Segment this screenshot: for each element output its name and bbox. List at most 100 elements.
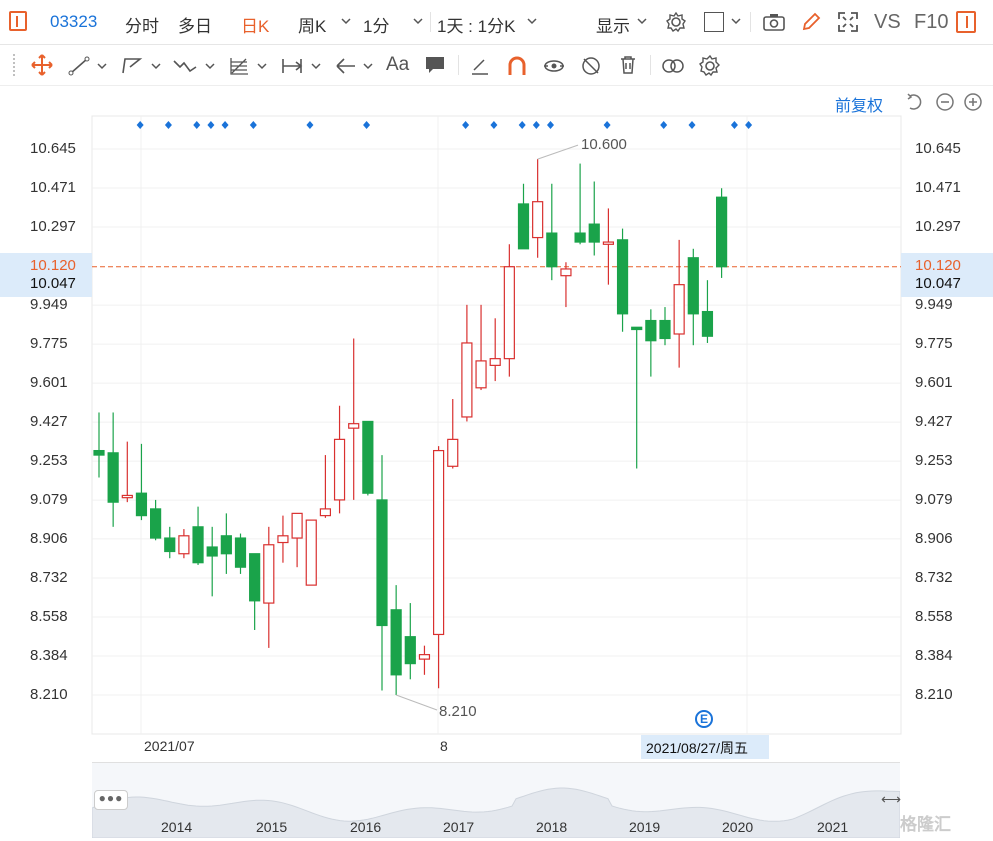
candle[interactable] <box>602 208 615 285</box>
tab-intraday[interactable]: 分时 <box>125 12 159 37</box>
event-dot[interactable] <box>547 121 554 129</box>
candle[interactable] <box>645 309 657 377</box>
time-navigator[interactable]: ●●● ⟷ 2014 2015 2016 2017 2018 2019 2020 2021 <box>92 762 901 838</box>
candle[interactable] <box>631 326 643 469</box>
event-dot[interactable] <box>221 121 229 129</box>
event-dot[interactable] <box>462 121 470 129</box>
chevron-down-icon[interactable] <box>96 59 108 77</box>
eye-icon[interactable] <box>542 55 566 82</box>
candle[interactable] <box>192 506 204 565</box>
event-dot[interactable] <box>660 121 668 129</box>
candle[interactable] <box>517 183 530 250</box>
wave-tool-icon[interactable] <box>172 55 198 82</box>
event-dot[interactable] <box>603 121 611 129</box>
layout-box-icon[interactable] <box>704 12 724 32</box>
pencil-icon[interactable] <box>800 11 822 38</box>
candle[interactable] <box>701 280 714 343</box>
candle[interactable] <box>249 553 261 630</box>
candle[interactable] <box>150 499 162 541</box>
event-dot[interactable] <box>745 121 753 129</box>
event-marker-icon[interactable]: E <box>695 710 713 728</box>
candle[interactable] <box>164 526 176 559</box>
navigator-drag-icon[interactable]: ⟷ <box>881 791 901 808</box>
measure-tool-icon[interactable] <box>280 55 304 82</box>
chevron-down-icon[interactable] <box>150 59 162 77</box>
text-tool-icon[interactable]: Aa <box>386 54 409 76</box>
candle[interactable] <box>546 183 558 281</box>
candle[interactable] <box>319 455 331 518</box>
candle[interactable] <box>433 446 445 689</box>
magnet-icon[interactable] <box>506 54 528 83</box>
chevron-down-icon[interactable] <box>730 14 742 32</box>
f10-button[interactable]: F10 <box>914 11 948 34</box>
event-dot[interactable] <box>490 121 498 129</box>
candle[interactable] <box>532 159 544 258</box>
candle[interactable] <box>234 533 247 574</box>
candle[interactable] <box>461 304 473 422</box>
move-icon[interactable] <box>30 53 54 82</box>
event-dot[interactable] <box>688 121 696 129</box>
arrow-tool-icon[interactable] <box>334 55 358 82</box>
link-icon[interactable] <box>660 55 686 82</box>
stock-code[interactable]: 03323 <box>50 12 97 32</box>
event-dot[interactable] <box>518 121 526 129</box>
camera-icon[interactable] <box>762 12 786 37</box>
candle[interactable] <box>404 603 416 680</box>
candle[interactable] <box>206 526 218 597</box>
display-menu[interactable]: 显示 <box>596 12 630 37</box>
compare-button[interactable]: VS <box>874 11 901 34</box>
candle[interactable] <box>418 645 431 675</box>
candle[interactable] <box>659 307 671 346</box>
candle[interactable] <box>305 519 317 586</box>
navigator-handle[interactable]: ●●● <box>94 790 128 810</box>
event-dot[interactable] <box>207 121 215 129</box>
event-dot[interactable] <box>532 121 540 129</box>
polyline-tool-icon[interactable] <box>120 55 144 82</box>
tab-multiday[interactable]: 多日 <box>178 12 212 37</box>
chevron-down-icon[interactable] <box>526 14 538 32</box>
event-dot[interactable] <box>363 121 371 129</box>
panel-toggle-icon[interactable] <box>956 11 976 33</box>
candle[interactable] <box>616 228 629 332</box>
fullscreen-icon[interactable] <box>837 11 859 38</box>
candle[interactable] <box>588 181 600 256</box>
candle[interactable] <box>475 304 487 391</box>
chevron-down-icon[interactable] <box>636 14 648 32</box>
note-tool-icon[interactable] <box>424 54 446 81</box>
hide-icon[interactable] <box>580 54 602 83</box>
settings-icon[interactable] <box>698 54 722 83</box>
candle[interactable] <box>107 412 119 527</box>
candlestick-chart[interactable] <box>0 86 993 761</box>
event-dot[interactable] <box>164 121 172 129</box>
event-dot[interactable] <box>136 121 144 129</box>
candle[interactable] <box>277 515 289 563</box>
candle[interactable] <box>348 338 360 500</box>
candle[interactable] <box>447 399 459 469</box>
candle[interactable] <box>220 513 232 574</box>
candle[interactable] <box>376 455 388 691</box>
chart-area[interactable]: 前复权 10.645 10.471 10.297 9.949 9.775 9.601 9.4… <box>0 86 993 761</box>
chevron-down-icon[interactable] <box>204 59 216 77</box>
candle[interactable] <box>291 512 303 568</box>
grip-handle[interactable] <box>12 53 16 77</box>
candle[interactable] <box>178 529 190 559</box>
line-tool-icon[interactable] <box>68 55 90 82</box>
tab-1min[interactable]: 1分 <box>363 12 389 37</box>
candle[interactable] <box>362 420 374 496</box>
trash-icon[interactable] <box>618 54 638 81</box>
event-dot[interactable] <box>306 121 314 129</box>
candle[interactable] <box>687 248 699 346</box>
chevron-down-icon[interactable] <box>340 14 352 32</box>
tab-daily-k[interactable]: 日K <box>241 12 269 37</box>
event-dot[interactable] <box>730 121 738 129</box>
pen-tool-icon[interactable] <box>469 55 491 82</box>
chevron-down-icon[interactable] <box>362 59 374 77</box>
candle[interactable] <box>390 585 402 695</box>
chevron-down-icon[interactable] <box>310 59 322 77</box>
tab-weekly-k[interactable]: 周K <box>298 12 326 37</box>
candle[interactable] <box>673 239 685 368</box>
event-dot[interactable] <box>193 121 201 129</box>
candle[interactable] <box>121 441 133 503</box>
candle[interactable] <box>574 163 586 245</box>
candle[interactable] <box>503 244 515 377</box>
